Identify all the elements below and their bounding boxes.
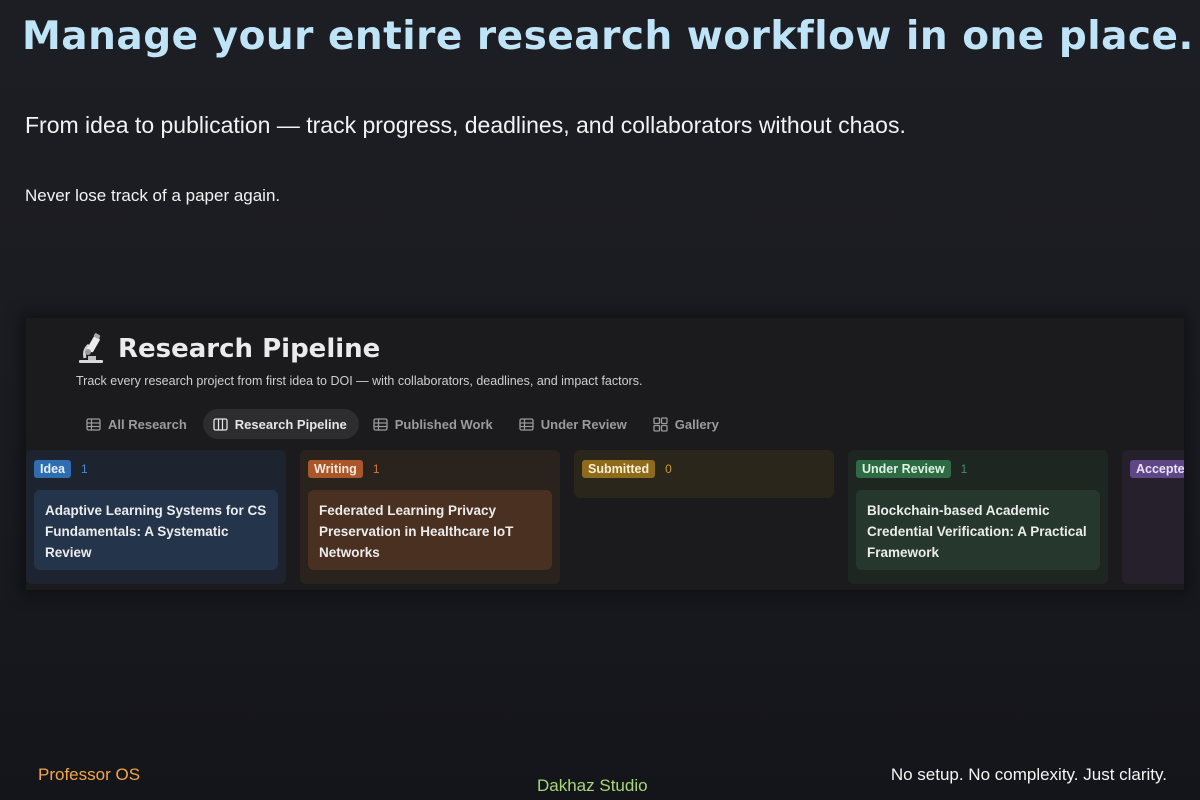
board-column-writing: Writing 1 Federated Learning Privacy Prese… [300, 450, 560, 584]
microscope-icon [74, 332, 108, 366]
gallery-icon [653, 416, 668, 432]
status-badge: Submitted [582, 460, 656, 478]
tab-label: Under Review [540, 416, 627, 432]
column-header: Idea 1 [34, 458, 278, 480]
tab-under-review[interactable]: Under Review [509, 409, 639, 439]
table-icon [373, 417, 388, 432]
board-column-idea: Idea 1 Adaptive Learning Systems for CS Fu… [26, 450, 286, 584]
research-card[interactable]: Adaptive Learning Systems for CS Fundame… [34, 490, 278, 570]
footer-slogan: No setup. No complexity. Just clarity. [890, 765, 1167, 784]
status-badge: Writing [308, 460, 363, 478]
hero-headline: Manage your entire research workflow in … [22, 14, 1194, 59]
board-column-accepted: Accepted [1122, 450, 1184, 584]
status-badge: Under Review [856, 460, 951, 478]
column-count: 0 [665, 462, 672, 476]
view-tabs: All Research Research Pipeline Published W… [76, 409, 731, 439]
tab-gallery[interactable]: Gallery [643, 409, 731, 439]
footer-brand-left: Professor OS [38, 765, 141, 784]
board-column-under-review: Under Review 1 Blockchain-based Academic C… [848, 450, 1108, 584]
hero-subhead: From idea to publication — track progres… [25, 112, 906, 138]
column-header: Under Review 1 [856, 458, 1100, 480]
board-column-submitted: Submitted 0 [574, 450, 834, 498]
tab-label: Gallery [674, 416, 719, 432]
page: Manage your entire research workflow in … [0, 0, 1200, 800]
hero-tagline: Never lose track of a paper again. [25, 186, 281, 205]
column-count: 1 [81, 462, 88, 476]
table-icon [519, 417, 534, 432]
kanban-board: Idea 1 Adaptive Learning Systems for CS Fu… [26, 450, 1184, 584]
app-title: Research Pipeline [118, 334, 381, 364]
board-icon [213, 417, 228, 432]
status-badge: Idea [34, 460, 72, 478]
app-description: Track every research project from first … [76, 374, 643, 388]
tab-research-pipeline[interactable]: Research Pipeline [202, 409, 359, 439]
app-title-row: Research Pipeline [74, 332, 380, 366]
tab-label: Published Work [394, 416, 493, 432]
column-header: Submitted 0 [582, 458, 826, 480]
tab-label: Research Pipeline [234, 416, 347, 432]
status-badge: Accepted [1130, 460, 1184, 478]
research-card[interactable]: Federated Learning Privacy Preservation … [308, 490, 552, 570]
tab-label: All Research [108, 416, 187, 432]
column-count: 1 [960, 462, 968, 476]
column-count: 1 [372, 462, 380, 476]
tab-published-work[interactable]: Published Work [363, 409, 505, 439]
column-header: Accepted [1130, 458, 1184, 480]
footer-brand-center: Dakhaz Studio [537, 776, 648, 795]
table-icon [86, 417, 101, 432]
research-card[interactable]: Blockchain-based Academic Credential Ver… [856, 490, 1100, 570]
tab-all-research[interactable]: All Research [76, 409, 199, 439]
column-header: Writing 1 [308, 458, 552, 480]
app-screenshot-panel: Research Pipeline Track every research p… [26, 318, 1184, 590]
